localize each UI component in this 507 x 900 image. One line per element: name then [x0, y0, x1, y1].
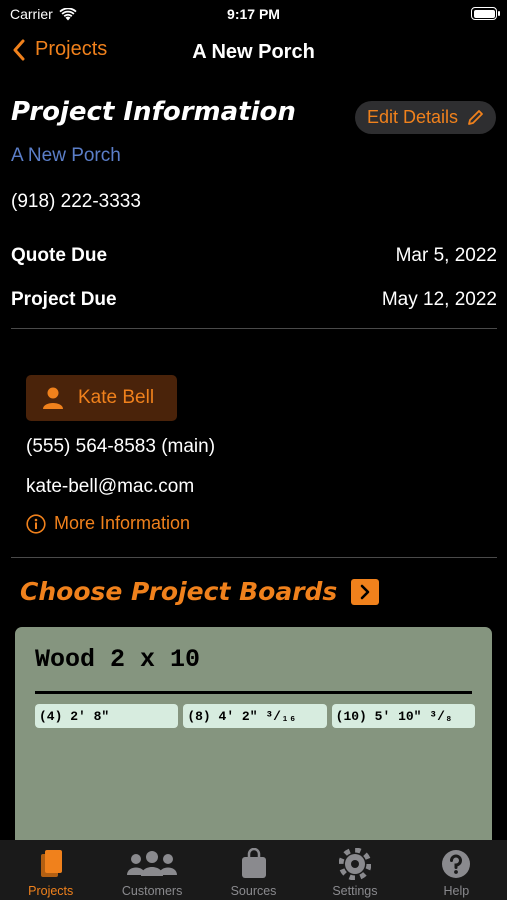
more-information-label: More Information — [54, 513, 191, 533]
info-icon — [26, 513, 46, 534]
nav-title: A New Porch — [192, 41, 315, 63]
edit-details-label: Edit Details — [366, 107, 458, 127]
tab-help-label: Help — [443, 884, 470, 898]
project-due-row: Project Due May 12, 2022 — [11, 289, 497, 311]
person-icon — [43, 387, 63, 409]
customer-name: Kate Bell — [78, 387, 155, 408]
project-due-value: May 12, 2022 — [381, 289, 497, 310]
choose-project-boards-label: Choose Project Boards — [20, 577, 338, 606]
board-name: Wood 2 x 10 — [35, 645, 201, 674]
project-information-heading: Project Information — [11, 97, 296, 127]
tab-bar: Projects Customers Sources Settings Help — [0, 840, 507, 900]
tab-sources-label: Sources — [230, 884, 277, 898]
customer-phone[interactable]: (555) 564-8583 (main) — [26, 436, 215, 458]
settings-icon — [338, 848, 371, 880]
board-piece-chip[interactable]: (4) 2′ 8″ — [35, 704, 179, 728]
edit-details-button[interactable]: Edit Details — [354, 101, 496, 134]
tab-sources[interactable]: Sources — [203, 840, 304, 900]
battery-icon — [471, 7, 500, 20]
customer-email[interactable]: kate-bell@mac.com — [26, 476, 194, 498]
tab-customers-label: Customers — [121, 884, 183, 898]
divider — [11, 328, 497, 329]
customer-contact-button[interactable]: Kate Bell — [26, 375, 177, 421]
more-information-button[interactable]: More Information — [26, 513, 190, 534]
quote-due-value: Mar 5, 2022 — [395, 245, 497, 266]
sources-icon — [241, 848, 266, 878]
quote-due-row: Quote Due Mar 5, 2022 — [11, 245, 497, 267]
tab-projects-label: Projects — [28, 884, 74, 898]
tab-settings[interactable]: Settings — [304, 840, 405, 900]
quote-due-label: Quote Due — [11, 245, 108, 266]
project-due-label: Project Due — [11, 289, 117, 310]
chevron-right-icon — [351, 578, 380, 605]
status-time: 9:17 PM — [227, 6, 280, 22]
project-name-link[interactable]: A New Porch — [11, 145, 121, 167]
board-pieces: (4) 2′ 8″ (8) 4′ 2″ ³/₁₆ (10) 5′ 10″ ³/₈ — [35, 704, 475, 728]
divider — [11, 557, 497, 558]
tab-help[interactable]: Help — [406, 840, 507, 900]
board-divider — [35, 691, 472, 694]
choose-project-boards-button[interactable]: Choose Project Boards — [20, 577, 380, 606]
help-icon — [442, 850, 471, 878]
status-bar: Carrier 9:17 PM — [0, 0, 507, 30]
project-phone[interactable]: (918) 222-3333 — [11, 191, 141, 213]
board-piece-chip[interactable]: (10) 5′ 10″ ³/₈ — [331, 704, 475, 728]
tab-settings-label: Settings — [332, 884, 378, 898]
navigation-bar: Projects A New Porch — [0, 30, 507, 76]
customers-icon — [127, 851, 178, 876]
pencil-icon — [468, 109, 483, 125]
board-piece-chip[interactable]: (8) 4′ 2″ ³/₁₆ — [183, 704, 327, 728]
tab-customers[interactable]: Customers — [101, 840, 202, 900]
projects-icon — [40, 850, 62, 877]
tab-projects[interactable]: Projects — [0, 840, 101, 900]
